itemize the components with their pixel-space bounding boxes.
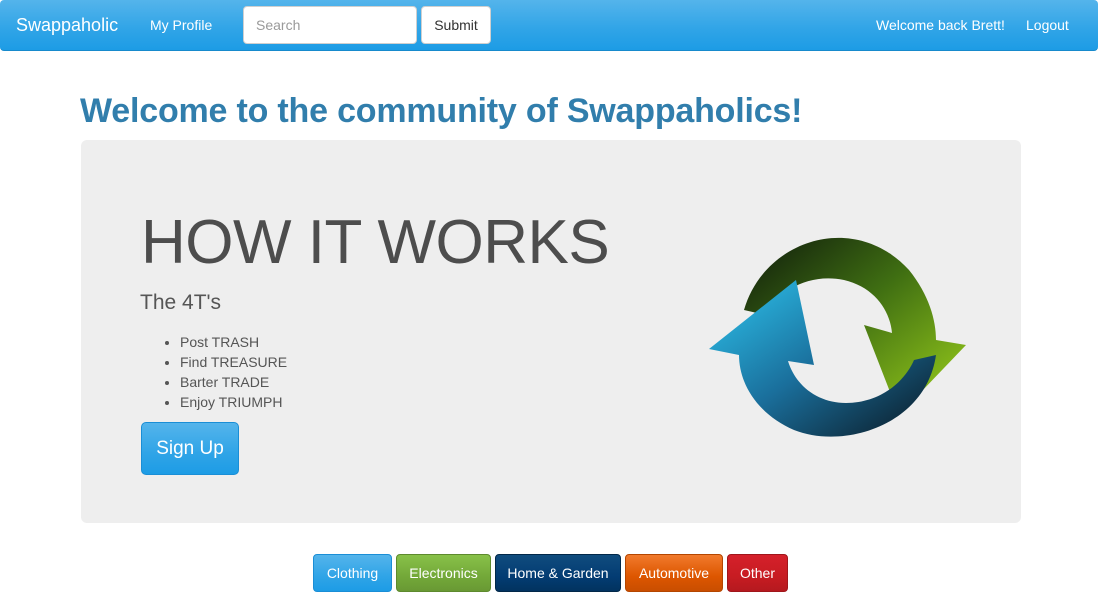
submit-button[interactable]: Submit bbox=[421, 6, 491, 44]
search-input[interactable] bbox=[243, 6, 417, 44]
category-other-button[interactable]: Other bbox=[727, 554, 788, 592]
how-it-works-panel: HOW IT WORKS The 4T's Post TRASH Find TR… bbox=[81, 140, 1021, 523]
welcome-user-text: Welcome back Brett! bbox=[876, 17, 1005, 33]
page-title: Welcome to the community of Swappaholics… bbox=[80, 92, 803, 130]
my-profile-link[interactable]: My Profile bbox=[150, 16, 212, 34]
list-item: Post TRASH bbox=[180, 332, 287, 352]
list-item: Barter TRADE bbox=[180, 372, 287, 392]
category-electronics-button[interactable]: Electronics bbox=[396, 554, 491, 592]
category-automotive-button[interactable]: Automotive bbox=[625, 554, 723, 592]
category-clothing-button[interactable]: Clothing bbox=[313, 554, 392, 592]
four-ts-subtitle: The 4T's bbox=[140, 291, 222, 314]
category-home-garden-button[interactable]: Home & Garden bbox=[495, 554, 621, 592]
sign-up-button[interactable]: Sign Up bbox=[141, 422, 239, 475]
how-it-works-heading: HOW IT WORKS bbox=[141, 208, 610, 277]
logout-link[interactable]: Logout bbox=[1026, 16, 1069, 34]
steps-list: Post TRASH Find TREASURE Barter TRADE En… bbox=[180, 332, 287, 412]
top-navbar: Swappaholic My Profile Submit Welcome ba… bbox=[0, 0, 1098, 51]
swap-arrows-icon bbox=[709, 237, 966, 437]
list-item: Enjoy TRIUMPH bbox=[180, 392, 287, 412]
brand-link[interactable]: Swappaholic bbox=[16, 13, 118, 37]
list-item: Find TREASURE bbox=[180, 352, 287, 372]
